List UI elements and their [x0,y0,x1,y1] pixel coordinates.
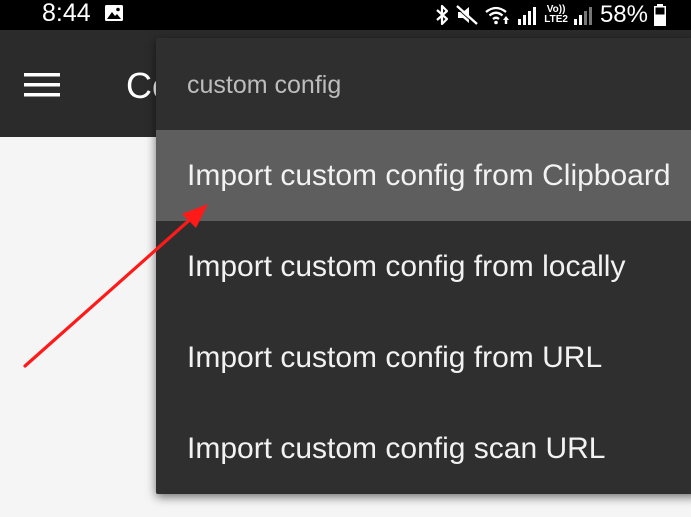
popup-menu-header: custom config [156,38,691,130]
menu-item-label: Import custom config from Clipboard [187,159,671,192]
wifi-icon [485,6,510,25]
status-time: 8:44 [42,0,91,27]
menu-item-import-scan-url[interactable]: Import custom config scan URL [156,403,691,494]
menu-item-import-clipboard[interactable]: Import custom config from Clipboard [156,130,691,221]
menu-item-import-url[interactable]: Import custom config from URL [156,312,691,403]
signal-icon [518,7,537,25]
bluetooth-icon [436,4,449,26]
hamburger-menu-icon[interactable] [24,72,60,98]
battery-percent: 58% [599,1,648,28]
lte-label: LTE2 [544,14,568,25]
battery-icon [654,4,666,26]
status-icons: Vo)) LTE2 58% [434,0,667,30]
status-bar: 8:44 Vo)) LTE2 58% [0,0,691,30]
mute-icon [455,5,479,26]
menu-item-label: Import custom config scan URL [187,432,606,465]
gallery-icon [105,5,123,21]
menu-item-import-locally[interactable]: Import custom config from locally [156,221,691,312]
popup-menu: custom config Import custom config from … [156,38,691,494]
signal-icon-2 [573,7,592,25]
popup-menu-title: custom config [187,71,342,99]
menu-item-label: Import custom config from locally [187,250,626,283]
menu-item-label: Import custom config from URL [187,341,603,374]
volte-icon: Vo)) LTE2 [544,5,568,25]
screen: 8:44 Vo)) LTE2 58% Co custom config Impo… [0,0,691,517]
